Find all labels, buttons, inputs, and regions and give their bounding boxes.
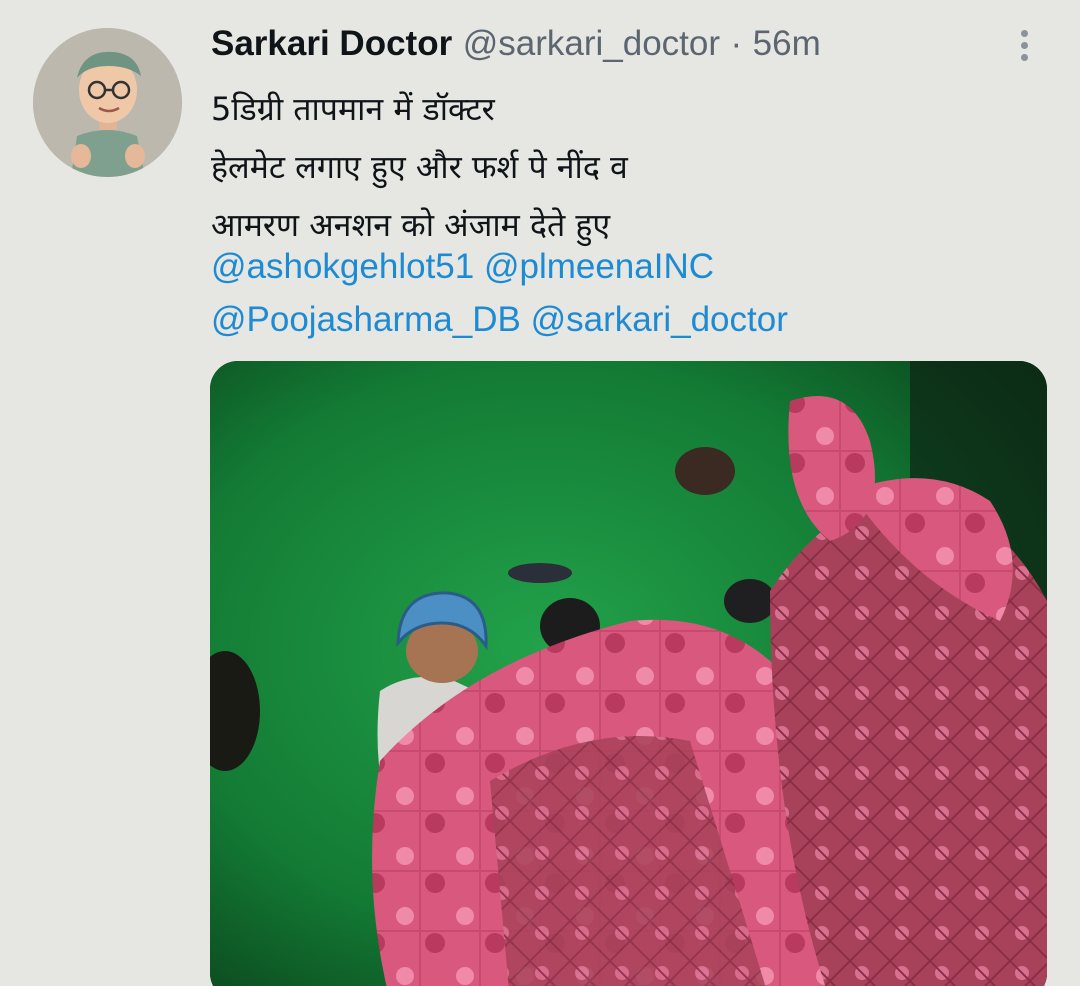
header-separator: · <box>730 24 743 63</box>
tweet[interactable]: Sarkari Doctor @sarkari_doctor · 56m 5डि… <box>0 0 1080 986</box>
author-name[interactable]: Sarkari Doctor <box>211 24 452 63</box>
tweet-timestamp[interactable]: 56m <box>753 24 821 63</box>
author-handle[interactable]: @sarkari_doctor <box>463 24 720 63</box>
mention-link[interactable]: @plmeenaINC <box>484 247 714 286</box>
tweet-photo[interactable] <box>210 361 1047 986</box>
author-avatar[interactable] <box>33 28 182 177</box>
avatar-image <box>33 28 182 177</box>
tweet-header: Sarkari Doctor @sarkari_doctor · 56m <box>211 22 821 66</box>
tweet-text-line: 5डिग्री तापमान में डॉक्टर <box>211 90 495 128</box>
photo-image <box>210 361 1047 986</box>
tweet-text-line: हेलमेट लगाए हुए और फर्श पे नींद व <box>211 148 628 186</box>
mention-link[interactable]: @sarkari_doctor <box>531 300 788 339</box>
mention-link[interactable]: @Poojasharma_DB <box>211 300 521 339</box>
tweet-text: 5डिग्री तापमान में डॉक्टर हेलमेट लगाए हु… <box>211 80 1051 254</box>
mention-link[interactable]: @ashokgehlot51 <box>211 247 474 286</box>
more-vertical-icon[interactable] <box>1012 26 1036 66</box>
tweet-mentions: @ashokgehlot51 @plmeenaINC @Poojasharma_… <box>211 240 1051 346</box>
